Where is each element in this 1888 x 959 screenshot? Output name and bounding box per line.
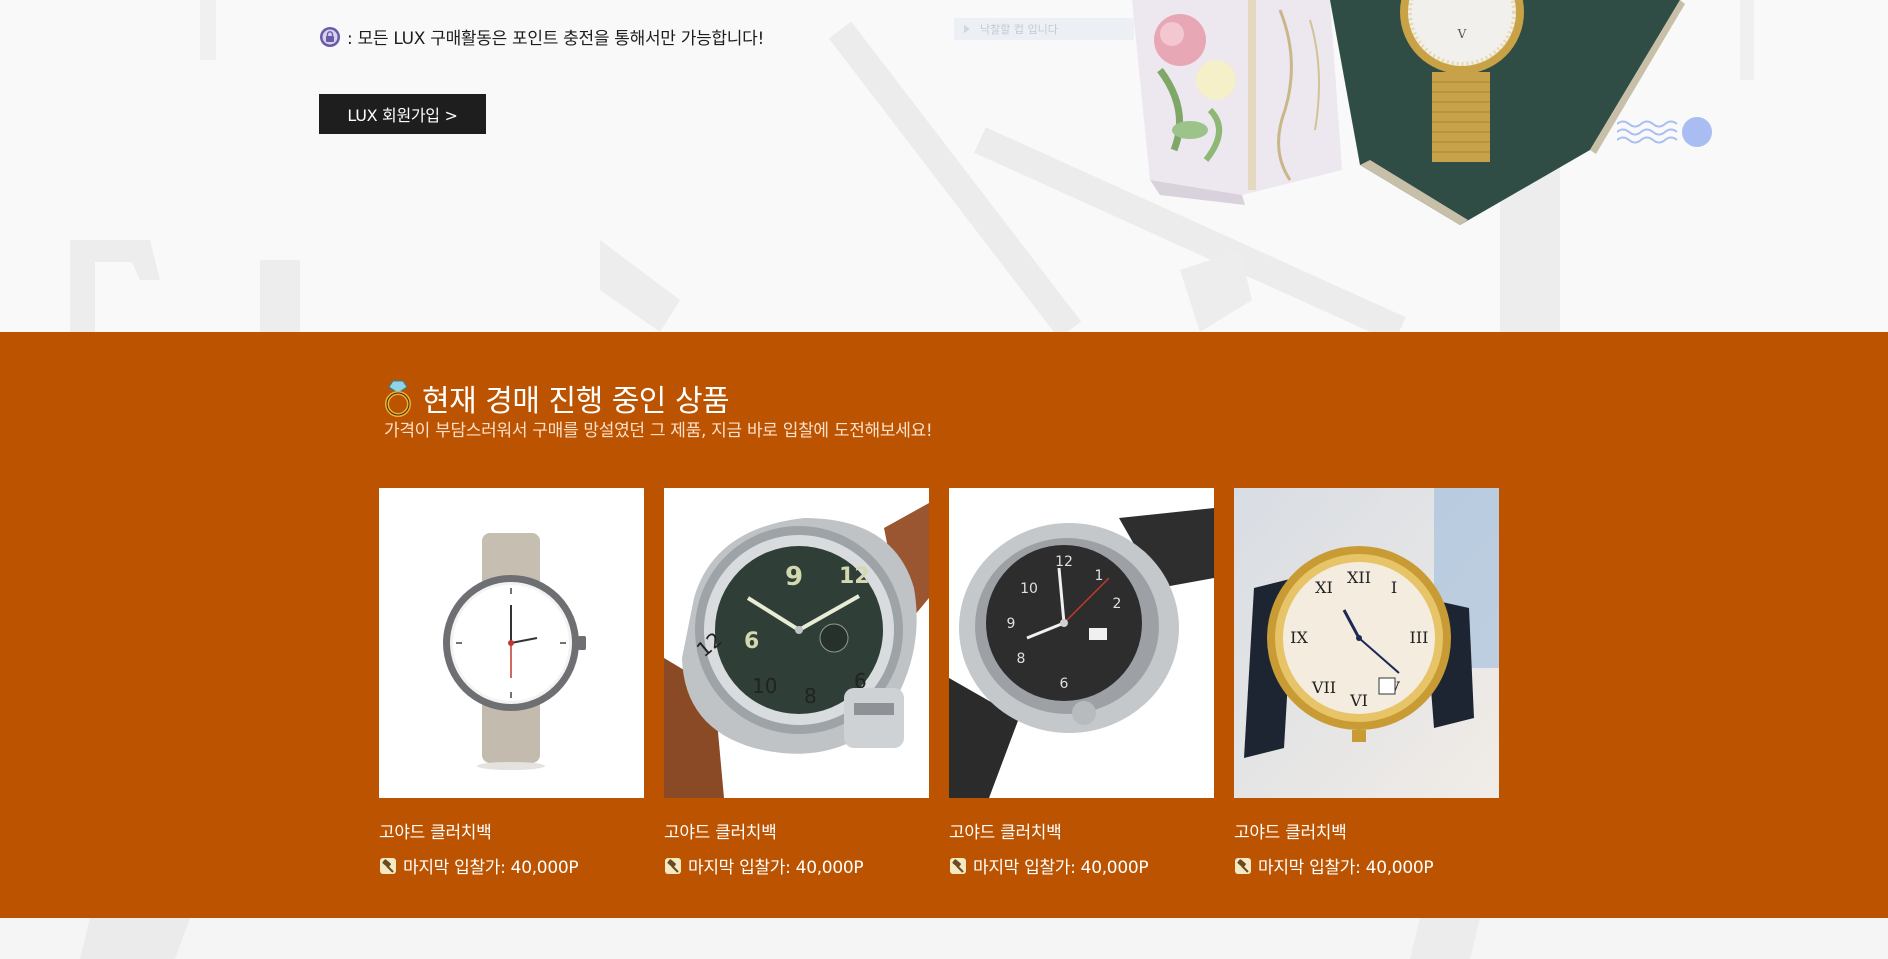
svg-text:III: III (1410, 628, 1429, 647)
product-bid-text: 마지막 입찰가: 40,000P (1258, 858, 1434, 878)
svg-text:VII: VII (1311, 678, 1336, 697)
product-name[interactable]: 고야드 클러치백 (664, 818, 929, 843)
next-section-peek (0, 918, 1888, 959)
svg-text:I: I (1391, 578, 1397, 597)
svg-text:8: 8 (804, 684, 817, 708)
faded-search-bar[interactable]: 낙찰할 컵 입니다 (954, 18, 1134, 40)
product-image[interactable]: XII III VI IX I XI V VII (1234, 488, 1499, 798)
hero-banner: : 모든 LUX 구매활동은 포인트 충전을 통해서만 가능합니다! LUX 회… (0, 0, 1888, 332)
svg-text:VI: VI (1349, 691, 1368, 710)
auction-title: 현재 경매 진행 중인 상품 (422, 384, 730, 419)
hammer-icon (665, 857, 681, 874)
points-notice: : 모든 LUX 구매활동은 포인트 충전을 통해서만 가능합니다! (319, 24, 764, 49)
svg-text:IX: IX (1290, 628, 1308, 647)
svg-text:9: 9 (1007, 616, 1016, 632)
product-last-bid: 마지막 입찰가: 40,000P (949, 853, 1214, 878)
product-name[interactable]: 고야드 클러치백 (379, 818, 644, 843)
svg-text:6: 6 (744, 629, 759, 654)
svg-text:9: 9 (785, 562, 803, 592)
lux-signup-button[interactable]: LUX 회원가입 > (319, 94, 486, 134)
product-last-bid: 마지막 입찰가: 40,000P (379, 853, 644, 878)
auction-subtitle: 가격이 부담스러워서 구매를 망설였던 그 제품, 지금 바로 입찰에 도전해보… (384, 421, 933, 441)
product-card[interactable]: 고야드 클러치백 마지막 입찰가: 40,000P (379, 488, 644, 878)
faded-search-text: 낙찰할 컵 입니다 (980, 23, 1058, 36)
svg-text:12: 12 (1055, 554, 1073, 570)
product-bid-text: 마지막 입찰가: 40,000P (403, 858, 579, 878)
product-card[interactable]: 9 6 12 12 10 8 6 고야드 클러치백 마지막 입찰가: 40,00… (664, 488, 929, 878)
product-name[interactable]: 고야드 클러치백 (949, 818, 1214, 843)
product-last-bid: 마지막 입찰가: 40,000P (664, 853, 929, 878)
lock-badge-icon (320, 26, 340, 47)
product-card[interactable]: XII III VI IX I XI V VII 고야드 클러치백 (1234, 488, 1499, 878)
product-image[interactable]: 12 1 2 9 8 6 10 (949, 488, 1214, 798)
svg-text:2: 2 (1113, 596, 1122, 612)
svg-text:10: 10 (1020, 581, 1038, 597)
svg-text:6: 6 (1060, 676, 1069, 692)
svg-text:V: V (1457, 27, 1467, 41)
svg-text:XI: XI (1315, 578, 1333, 597)
svg-text:12: 12 (839, 564, 870, 589)
product-name[interactable]: 고야드 클러치백 (1234, 818, 1499, 843)
product-bid-text: 마지막 입찰가: 40,000P (973, 858, 1149, 878)
wave-decoration-icon (1617, 117, 1712, 147)
hammer-icon (380, 857, 396, 874)
product-last-bid: 마지막 입찰가: 40,000P (1234, 853, 1499, 878)
product-card[interactable]: 12 1 2 9 8 6 10 고야드 클러치백 마지막 입찰가: 40,000… (949, 488, 1214, 878)
auction-section: 현재 경매 진행 중인 상품 가격이 부담스러워서 구매를 망설였던 그 제품,… (0, 332, 1888, 918)
auction-heading: 현재 경매 진행 중인 상품 (382, 376, 730, 420)
hammer-icon (1235, 857, 1251, 874)
clock-background-decoration (80, 918, 1480, 959)
svg-text:10: 10 (752, 674, 777, 698)
svg-text:XII: XII (1347, 568, 1371, 587)
ring-icon (385, 380, 411, 417)
product-image[interactable] (379, 488, 644, 798)
product-bid-text: 마지막 입찰가: 40,000P (688, 858, 864, 878)
play-triangle-icon (964, 25, 970, 33)
svg-text:1: 1 (1095, 568, 1104, 584)
product-image[interactable]: 9 6 12 12 10 8 6 (664, 488, 929, 798)
points-notice-text: : 모든 LUX 구매활동은 포인트 충전을 통해서만 가능합니다! (347, 29, 764, 49)
product-list: 고야드 클러치백 마지막 입찰가: 40,000P 9 6 12 12 10 8… (379, 488, 1499, 878)
svg-text:8: 8 (1017, 651, 1026, 667)
gift-box-watch-illustration: V (1132, 0, 1685, 225)
hammer-icon (950, 857, 966, 874)
